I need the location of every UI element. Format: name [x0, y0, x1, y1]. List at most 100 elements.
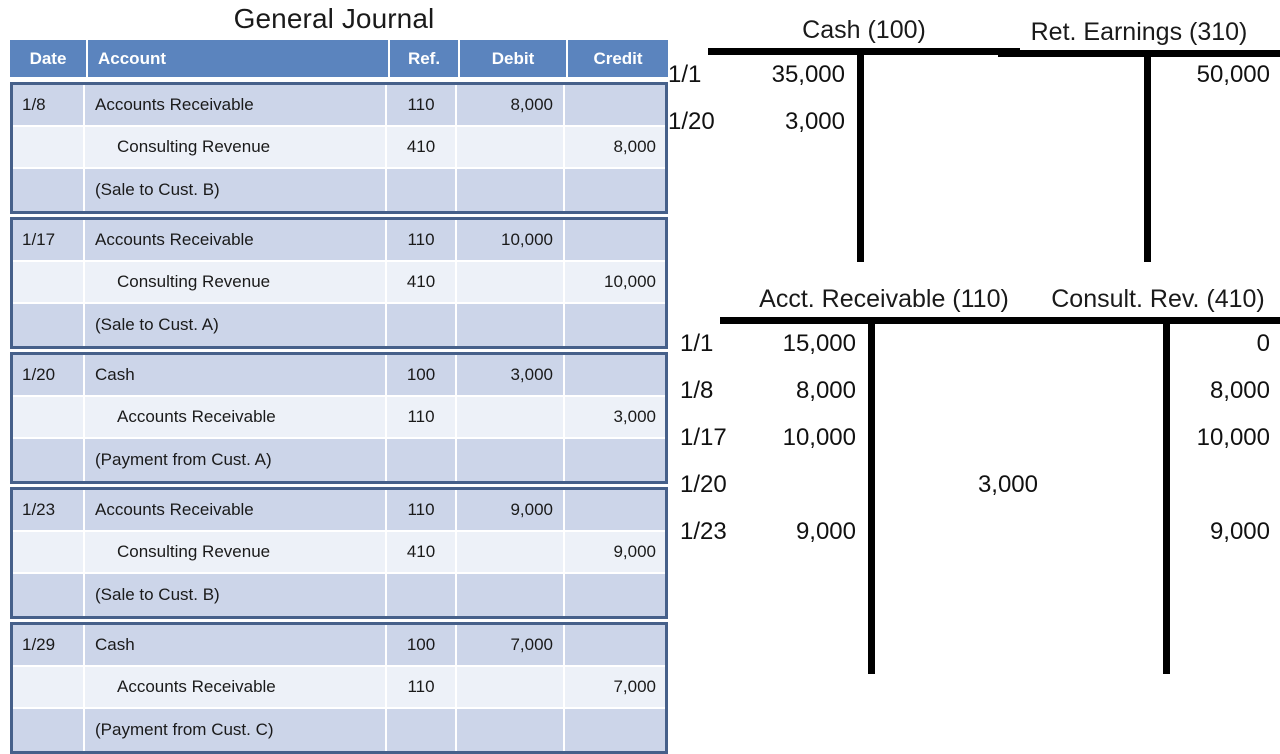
- table-row: Consulting Revenue 410 9,000: [13, 532, 665, 574]
- t-account-credit-amount: 8,000: [1209, 377, 1270, 404]
- journal-entry-block: 1/23 Accounts Receivable 110 9,000 Consultin…: [10, 487, 668, 619]
- cell-credit: 7,000: [565, 667, 665, 709]
- t-account-accounts-receivable: Acct. Receivable (110) 1/1 15,000 1/8 8,000 1…: [680, 283, 1048, 680]
- cell-date: [13, 262, 85, 304]
- t-account-credit-amount: 9,000: [1209, 518, 1270, 545]
- cell-debit: 9,000: [457, 490, 565, 532]
- t-account-entry-date: 1/17: [680, 424, 727, 451]
- cell-account: Cash: [85, 625, 387, 667]
- cell-credit: [565, 439, 665, 481]
- cell-date: 1/8: [13, 85, 85, 127]
- t-account-credit-amount: 0: [1256, 330, 1270, 357]
- t-account-debit-amount: 8,000: [795, 377, 856, 404]
- t-account-retained-earnings: Ret. Earnings (310) 50,000: [998, 16, 1280, 268]
- table-row: Accounts Receivable 110 7,000: [13, 667, 665, 709]
- cell-account: Accounts Receivable: [85, 85, 387, 127]
- t-account-horizontal-rule: [708, 48, 1020, 55]
- cell-date: [13, 532, 85, 574]
- cell-ref: 410: [387, 127, 457, 169]
- t-account-debit-amount: 9,000: [795, 518, 856, 545]
- table-row: 1/20 Cash 100 3,000: [13, 355, 665, 397]
- journal-entry-block: 1/8 Accounts Receivable 110 8,000 Consulting…: [10, 82, 668, 214]
- t-account-entry-date: 1/8: [680, 377, 714, 404]
- cell-date: [13, 169, 85, 211]
- t-account-debit-amount: 3,000: [784, 108, 845, 135]
- t-account-consulting-revenue: Consult. Rev. (410) 0 8,000 10,000 9,000: [1036, 283, 1280, 680]
- table-header-row: Date Account Ref. Debit Credit: [10, 40, 668, 77]
- cell-account: Cash: [85, 355, 387, 397]
- cell-account: (Payment from Cust. C): [85, 709, 387, 751]
- table-row: (Sale to Cust. A): [13, 304, 665, 346]
- t-account-debit-amount: 35,000: [771, 61, 845, 88]
- t-account-vertical-rule: [857, 48, 864, 262]
- journal-entry-block: 1/20 Cash 100 3,000 Accounts Receivable 110 3,…: [10, 352, 668, 484]
- page-title: General Journal: [233, 3, 435, 34]
- table-row: Consulting Revenue 410 8,000: [13, 127, 665, 169]
- cell-account: Accounts Receivable: [85, 220, 387, 262]
- cell-ref: [387, 304, 457, 346]
- cell-debit: [457, 574, 565, 616]
- cell-date: [13, 397, 85, 439]
- t-account-vertical-rule: [1144, 50, 1151, 262]
- table-row: 1/23 Accounts Receivable 110 9,000: [13, 490, 665, 532]
- cell-credit: [565, 220, 665, 262]
- cell-date: [13, 304, 85, 346]
- cell-account: Consulting Revenue: [85, 127, 387, 169]
- column-header-account: Account: [88, 40, 390, 77]
- t-account-horizontal-rule: [1036, 317, 1280, 324]
- cell-credit: 10,000: [565, 262, 665, 304]
- t-account-entry-date: 1/20: [680, 471, 727, 498]
- column-header-debit: Debit: [460, 40, 568, 77]
- cell-credit: 9,000: [565, 532, 665, 574]
- journal-entry-blocks: 1/8 Accounts Receivable 110 8,000 Consulting…: [10, 79, 668, 754]
- table-row: (Sale to Cust. B): [13, 169, 665, 211]
- cell-credit: [565, 574, 665, 616]
- table-row: Accounts Receivable 110 3,000: [13, 397, 665, 439]
- t-account-title: Cash (100): [802, 16, 926, 44]
- cell-ref: 100: [387, 625, 457, 667]
- cell-credit: 3,000: [565, 397, 665, 439]
- cell-date: 1/20: [13, 355, 85, 397]
- cell-account: Accounts Receivable: [85, 397, 387, 439]
- cell-date: [13, 439, 85, 481]
- cell-ref: 110: [387, 220, 457, 262]
- t-account-credit-amount: 10,000: [1196, 424, 1270, 451]
- cell-account: (Sale to Cust. B): [85, 169, 387, 211]
- table-row: 1/8 Accounts Receivable 110 8,000: [13, 85, 665, 127]
- journal-entry-block: 1/29 Cash 100 7,000 Accounts Receivable 110 7,…: [10, 622, 668, 754]
- cell-date: 1/29: [13, 625, 85, 667]
- cell-ref: 100: [387, 355, 457, 397]
- table-row: (Sale to Cust. B): [13, 574, 665, 616]
- cell-account: (Payment from Cust. A): [85, 439, 387, 481]
- cell-date: [13, 574, 85, 616]
- column-header-ref: Ref.: [390, 40, 460, 77]
- cell-account: (Sale to Cust. B): [85, 574, 387, 616]
- cell-debit: [457, 304, 565, 346]
- cell-ref: [387, 709, 457, 751]
- cell-ref: 410: [387, 532, 457, 574]
- cell-debit: 8,000: [457, 85, 565, 127]
- cell-account: Consulting Revenue: [85, 262, 387, 304]
- cell-credit: [565, 490, 665, 532]
- t-account-horizontal-rule: [998, 50, 1280, 57]
- cell-date: 1/17: [13, 220, 85, 262]
- cell-credit: [565, 85, 665, 127]
- cell-debit: [457, 667, 565, 709]
- cell-credit: [565, 169, 665, 211]
- table-row: 1/17 Accounts Receivable 110 10,000: [13, 220, 665, 262]
- cell-ref: [387, 169, 457, 211]
- t-account-cash: Cash (100) 1/1 35,000 1/20 3,000: [668, 14, 1020, 268]
- cell-credit: [565, 625, 665, 667]
- cell-credit: [565, 709, 665, 751]
- t-account-title: Consult. Rev. (410): [1051, 285, 1265, 313]
- cell-ref: 110: [387, 490, 457, 532]
- cell-debit: [457, 532, 565, 574]
- t-account-entry-date: 1/1: [668, 61, 702, 88]
- cell-debit: [457, 439, 565, 481]
- cell-debit: 3,000: [457, 355, 565, 397]
- t-account-vertical-rule: [1163, 317, 1170, 674]
- cell-debit: 7,000: [457, 625, 565, 667]
- t-account-entry-date: 1/23: [680, 518, 727, 545]
- cell-debit: [457, 262, 565, 304]
- cell-ref: [387, 574, 457, 616]
